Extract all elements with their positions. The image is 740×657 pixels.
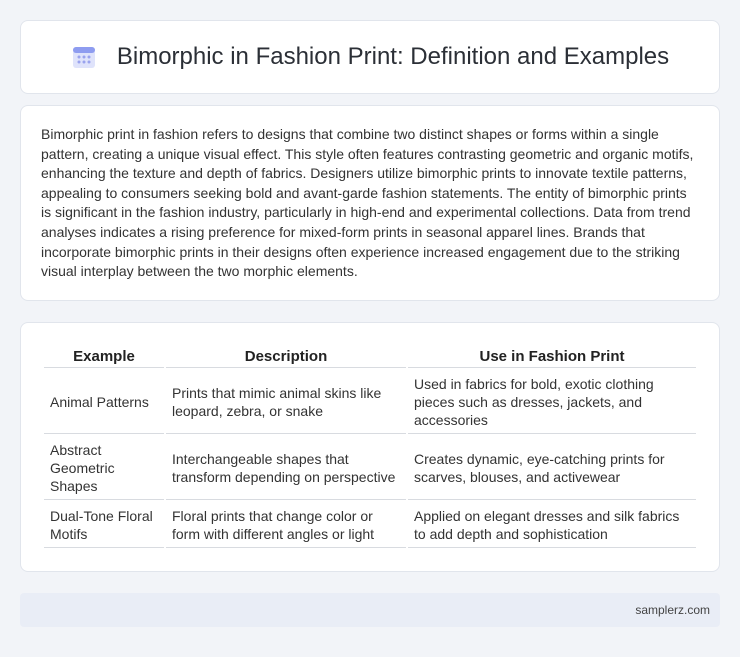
table-cell-use: Used in fabrics for bold, exotic clothin… — [408, 370, 696, 434]
table-cell-example: Abstract Geometric Shapes — [44, 436, 164, 500]
table-cell-example: Animal Patterns — [44, 370, 164, 434]
table-row: Abstract Geometric Shapes Interchangeabl… — [44, 436, 696, 500]
examples-table-card: Example Description Use in Fashion Print… — [20, 322, 720, 572]
title-card: Bimorphic in Fashion Print: Definition a… — [20, 20, 720, 94]
table-cell-description: Floral prints that change color or form … — [166, 502, 406, 548]
table-header-row: Example Description Use in Fashion Print — [44, 345, 696, 368]
table-row: Animal Patterns Prints that mimic animal… — [44, 370, 696, 434]
table-cell-description: Prints that mimic animal skins like leop… — [166, 370, 406, 434]
table-cell-use: Creates dynamic, eye-catching prints for… — [408, 436, 696, 500]
page-title: Bimorphic in Fashion Print: Definition a… — [116, 43, 670, 70]
table-cell-use: Applied on elegant dresses and silk fabr… — [408, 502, 696, 548]
intro-card: Bimorphic print in fashion refers to des… — [20, 105, 720, 301]
footer-bar: samplerz.com — [20, 593, 720, 627]
calendar-grid-icon — [72, 47, 95, 68]
table-cell-example: Dual-Tone Floral Motifs — [44, 502, 164, 548]
column-header-use: Use in Fashion Print — [408, 345, 696, 368]
table-cell-description: Interchangeable shapes that transform de… — [166, 436, 406, 500]
column-header-example: Example — [44, 345, 164, 368]
examples-table: Example Description Use in Fashion Print… — [42, 343, 698, 550]
footer-site-link[interactable]: samplerz.com — [635, 603, 710, 617]
intro-paragraph: Bimorphic print in fashion refers to des… — [41, 126, 694, 280]
column-header-description: Description — [166, 345, 406, 368]
table-row: Dual-Tone Floral Motifs Floral prints th… — [44, 502, 696, 548]
